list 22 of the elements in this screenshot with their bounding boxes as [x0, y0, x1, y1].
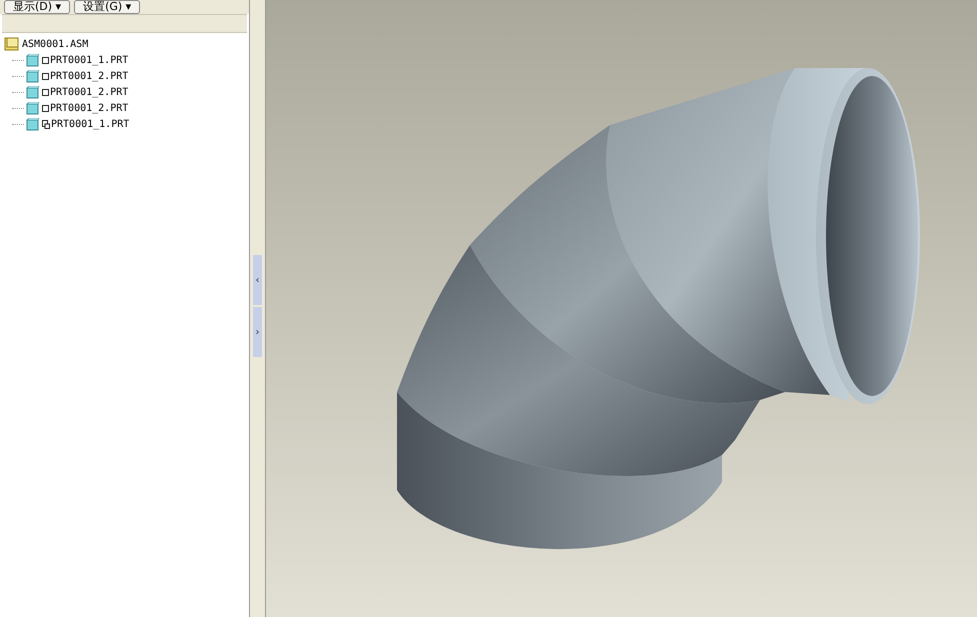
tree-item[interactable]: PRT0001_2.PRT [50, 102, 128, 114]
square-icon [42, 72, 49, 80]
tree-item[interactable]: PRT0001_2.PRT [50, 70, 128, 82]
menu-button[interactable]: 设置(G) ▾ [74, 0, 140, 14]
tree-item[interactable]: ASM0001.ASM [22, 38, 88, 50]
part-icon [26, 54, 40, 66]
tree-item[interactable]: PRT0001_1.PRT [50, 54, 128, 66]
tree-item[interactable]: PRT0001_1.PRT [51, 118, 130, 130]
square-icon [42, 104, 49, 112]
collapse-button[interactable]: › [253, 307, 262, 357]
tree-item[interactable]: PRT0001_2.PRT [50, 86, 128, 98]
part-icon [26, 86, 40, 98]
square-icon [42, 56, 49, 64]
part-icon [26, 118, 40, 130]
linked-squares-icon [42, 120, 50, 128]
collapse-button[interactable]: ‹ [253, 255, 262, 305]
splitter-bar[interactable]: ‹ › [250, 0, 266, 617]
square-icon [42, 88, 49, 96]
part-icon [26, 70, 40, 82]
part-icon [26, 102, 40, 114]
assembly-icon [4, 37, 20, 51]
menu-button[interactable]: 显示(D) ▾ [4, 0, 70, 14]
